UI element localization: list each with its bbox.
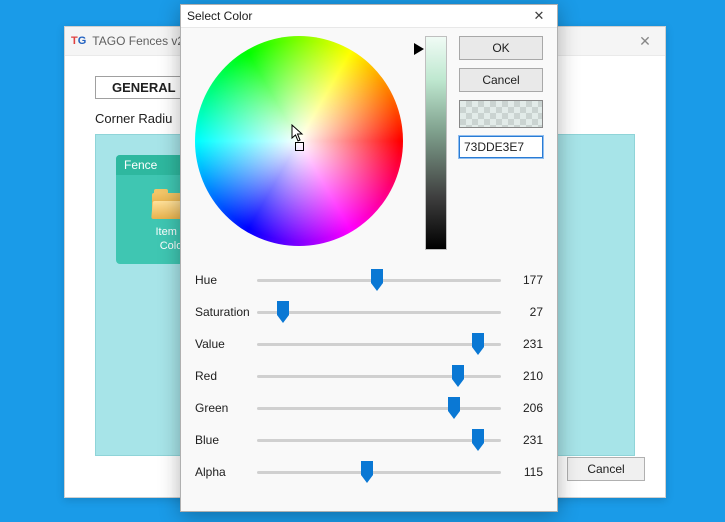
color-wheel[interactable] [195,36,403,246]
ok-button[interactable]: OK [459,36,543,60]
red-slider[interactable] [257,366,501,386]
slider-label: Red [195,369,257,383]
parent-window-title: TAGO Fences v2.5 [92,34,194,48]
blue-slider[interactable] [257,430,501,450]
slider-row-alpha: Alpha 115 [195,456,543,488]
slider-thumb-icon[interactable] [277,301,289,323]
slider-row-green: Green 206 [195,392,543,424]
close-icon[interactable]: ✕ [521,5,557,27]
slider-thumb-icon[interactable] [361,461,373,483]
slider-value: 27 [501,305,543,319]
slider-value: 210 [501,369,543,383]
slider-value: 115 [501,465,543,479]
slider-thumb-icon[interactable] [448,397,460,419]
sliders: Hue 177 Saturation 27 [195,264,543,488]
slider-value: 177 [501,273,543,287]
slider-thumb-icon[interactable] [472,429,484,451]
slider-thumb-icon[interactable] [452,365,464,387]
dialog-title: Select Color [187,9,252,23]
slider-label: Alpha [195,465,257,479]
slider-value: 231 [501,337,543,351]
slider-value: 231 [501,433,543,447]
value-strip[interactable] [425,36,447,250]
slider-label: Green [195,401,257,415]
wheel-marker [295,142,304,151]
slider-row-value: Value 231 [195,328,543,360]
slider-row-red: Red 210 [195,360,543,392]
cancel-button[interactable]: Cancel [567,457,645,481]
green-slider[interactable] [257,398,501,418]
slider-label: Hue [195,273,257,287]
tab-general[interactable]: GENERAL [95,76,193,99]
slider-row-saturation: Saturation 27 [195,296,543,328]
color-swatch [459,100,543,128]
dialog-side-panel: OK Cancel [459,36,543,158]
cancel-button[interactable]: Cancel [459,68,543,92]
slider-row-hue: Hue 177 [195,264,543,296]
cursor-icon [291,124,307,144]
saturation-slider[interactable] [257,302,501,322]
hex-input[interactable] [459,136,543,158]
dialog-titlebar: Select Color ✕ [181,5,557,28]
value-slider[interactable] [257,334,501,354]
slider-label: Value [195,337,257,351]
slider-label: Blue [195,433,257,447]
slider-thumb-icon[interactable] [371,269,383,291]
select-color-dialog: Select Color ✕ OK Cancel Hue [180,4,558,512]
hue-slider[interactable] [257,270,501,290]
slider-row-blue: Blue 231 [195,424,543,456]
slider-label: Saturation [195,305,257,319]
value-pointer-icon [414,43,424,55]
close-icon[interactable]: ✕ [625,27,665,55]
slider-value: 206 [501,401,543,415]
alpha-slider[interactable] [257,462,501,482]
app-logo: TG [71,35,86,47]
slider-thumb-icon[interactable] [472,333,484,355]
